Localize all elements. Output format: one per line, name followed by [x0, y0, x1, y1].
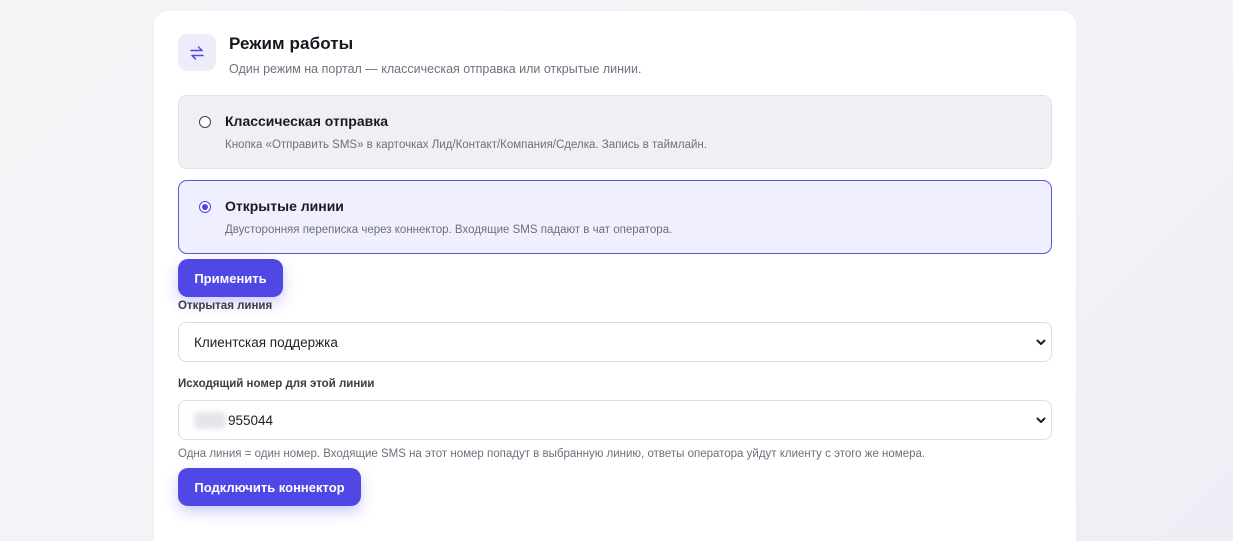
apply-button[interactable]: Применить [178, 259, 283, 297]
number-hint: Одна линия = один номер. Входящие SMS на… [178, 448, 926, 460]
chevron-down-icon [1036, 417, 1046, 423]
radio-open-lines[interactable] [199, 201, 211, 213]
open-line-label: Открытая линия [178, 300, 273, 312]
section-title: Режим работы [229, 34, 354, 53]
mode-option-title: Открытые линии [225, 198, 344, 214]
outgoing-number-select[interactable]: 955044 [178, 400, 1052, 440]
outgoing-number-value: 955044 [228, 413, 274, 428]
radio-classic[interactable] [199, 116, 211, 128]
chevron-down-icon [1036, 339, 1046, 345]
mode-option-description: Кнопка «Отправить SMS» в карточках Лид/К… [225, 139, 707, 151]
open-line-select[interactable]: Клиентская поддержка [178, 322, 1052, 362]
redacted-number-part [194, 412, 226, 429]
swap-arrows-icon [178, 34, 216, 71]
mode-option-classic[interactable]: Классическая отправка Кнопка «Отправить … [178, 95, 1052, 169]
mode-option-open-lines[interactable]: Открытые линии Двусторонняя переписка че… [178, 180, 1052, 254]
connect-connector-button[interactable]: Подключить коннектор [178, 468, 361, 506]
outgoing-number-label: Исходящий номер для этой линии [178, 378, 375, 390]
section-subtitle: Один режим на портал — классическая отпр… [229, 62, 642, 76]
mode-option-description: Двусторонняя переписка через коннектор. … [225, 224, 673, 236]
work-mode-card: Режим работы Один режим на портал — клас… [154, 11, 1076, 541]
mode-option-title: Классическая отправка [225, 113, 389, 129]
open-line-value: Клиентская поддержка [194, 335, 338, 350]
